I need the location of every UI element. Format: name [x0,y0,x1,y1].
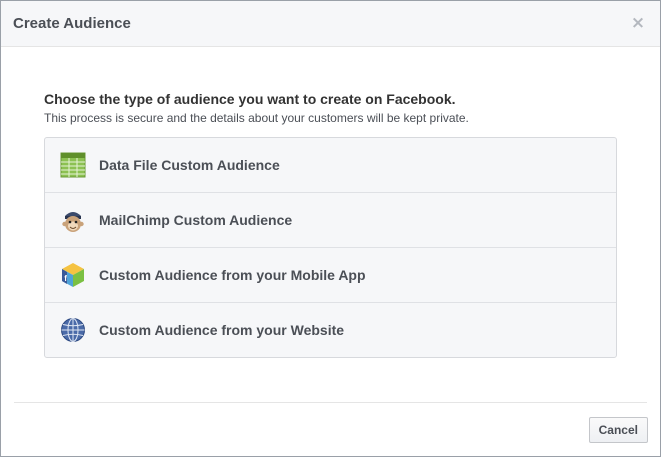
option-label: Data File Custom Audience [99,157,280,173]
option-label: Custom Audience from your Mobile App [99,267,366,283]
create-audience-dialog: Create Audience × Choose the type of aud… [0,0,661,457]
svg-text:f: f [64,274,67,283]
option-label: Custom Audience from your Website [99,322,345,338]
spreadsheet-icon [59,151,87,179]
globe-icon [59,316,87,344]
cancel-button[interactable]: Cancel [588,417,648,443]
option-mobile-app[interactable]: f Custom Audience from your Mobile App [45,248,616,303]
mobile-app-icon: f [59,261,87,289]
option-mailchimp[interactable]: MailChimp Custom Audience [45,193,616,248]
dialog-title: Create Audience [13,15,131,32]
close-icon[interactable]: × [630,15,646,32]
option-label: MailChimp Custom Audience [99,212,293,228]
audience-options-list: Data File Custom Audience MailChimp Cust… [44,137,617,358]
dialog-heading: Choose the type of audience you want to … [44,91,456,107]
dialog-intro: Choose the type of audience you want to … [44,91,617,125]
footer-divider [14,402,647,403]
dialog-subheading: This process is secure and the details a… [44,111,469,125]
mailchimp-icon [59,206,87,234]
dialog-header: Create Audience × [1,1,660,47]
option-website[interactable]: Custom Audience from your Website [45,303,616,357]
option-data-file[interactable]: Data File Custom Audience [45,138,616,193]
